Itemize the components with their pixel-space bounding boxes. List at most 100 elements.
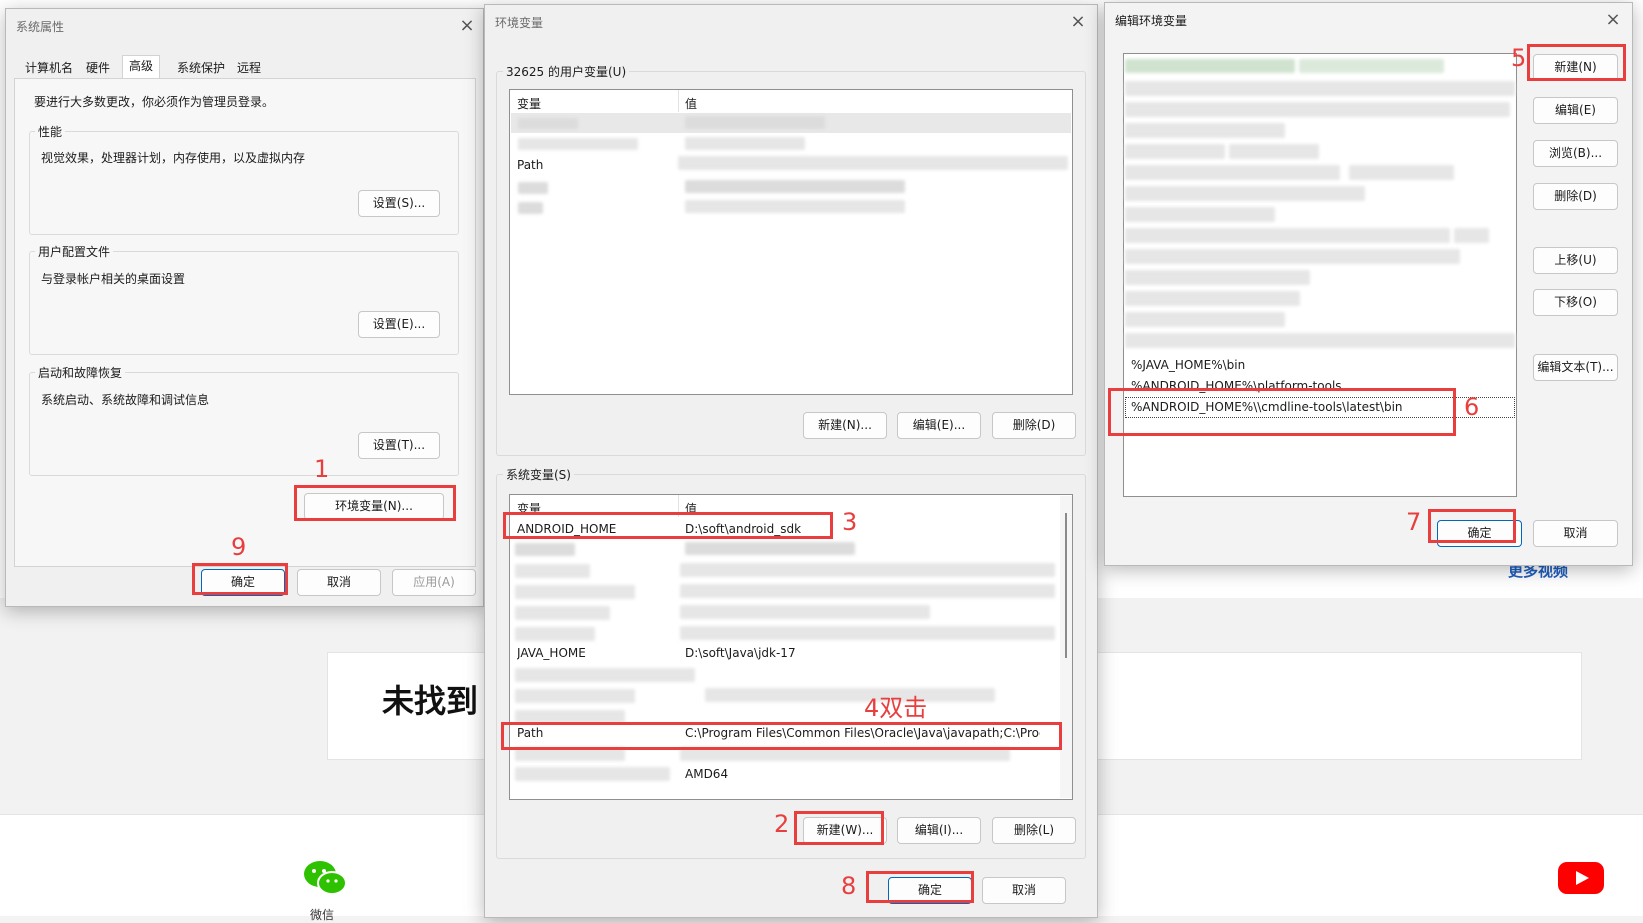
column-header-variable[interactable]: 变量 [517,95,541,112]
window-title: 编辑环境变量 [1115,14,1188,28]
list-item[interactable]: %JAVA_HOME%\bin [1131,358,1245,372]
step-6-label: 6 [1464,393,1480,421]
redacted-text [678,156,1068,170]
performance-desc: 视觉效果，处理器计划，内存使用，以及虚拟内存 [41,151,306,165]
redacted-text [685,116,825,129]
wechat-icon[interactable] [302,858,348,898]
user-profiles-group [29,251,459,355]
startup-settings-button[interactable]: 设置(T)... [358,432,440,459]
user-profiles-settings-button[interactable]: 设置(E)... [358,311,440,338]
list-item[interactable]: JAVA_HOME [517,646,586,660]
step-2-label: 2 [774,810,790,838]
redacted-text [685,542,855,555]
move-down-button[interactable]: 下移(O) [1533,289,1618,316]
tab-system-protection[interactable]: 系统保护 [171,58,231,78]
move-up-button[interactable]: 上移(U) [1533,247,1618,274]
redacted-text [518,118,578,129]
highlight-system-new-button [794,811,884,845]
system-variables-label: 系统变量(S) [503,466,574,483]
performance-group [29,131,459,235]
list-item[interactable]: Path [517,158,543,172]
tab-hardware[interactable]: 硬件 [80,58,116,78]
redacted-text [518,202,543,214]
step-8-label: 8 [841,872,857,900]
redacted-text [680,563,1055,577]
redacted-text [1125,228,1450,243]
list-item-value[interactable]: AMD64 [685,767,728,781]
window-title: 环境变量 [495,16,544,30]
redacted-text [1299,59,1444,73]
wechat-label: 微信 [310,908,335,922]
startup-recovery-desc: 系统启动、系统故障和调试信息 [41,393,210,407]
close-icon[interactable]: × [456,15,478,37]
step-4-label: 4双击 [864,694,928,722]
redacted-text [1125,144,1225,159]
redacted-text [515,564,590,578]
tab-remote[interactable]: 远程 [231,58,267,78]
cancel-button[interactable]: 取消 [1533,520,1618,547]
redacted-text [1125,186,1365,201]
column-header-value[interactable]: 值 [685,95,697,112]
highlight-edit-ok-button [1428,509,1516,543]
system-delete-button[interactable]: 删除(L) [992,817,1076,844]
edit-environment-variable-window: 编辑环境变量 × %JAVA_HOME%\bin %ANDROID_HOME%\… [1104,2,1633,566]
redacted-text [1125,59,1295,73]
step-1-label: 1 [314,455,330,483]
user-edit-button[interactable]: 编辑(E)... [897,412,981,439]
redacted-text [1125,333,1515,348]
highlight-env-variables-button [294,485,456,521]
cancel-button[interactable]: 取消 [982,877,1066,904]
redacted-text [1125,312,1285,327]
highlight-new-button [1527,44,1626,81]
environment-variables-window: 环境变量 × 32625 的用户变量(U) 变量 值 Path 新建(N)...… [484,4,1098,918]
user-variables-list[interactable]: 变量 值 Path [509,89,1073,395]
redacted-text [1125,249,1460,264]
scrollbar-thumb[interactable] [1065,513,1067,658]
apply-button[interactable]: 应用(A) [392,569,476,596]
redacted-text [680,605,930,619]
close-icon[interactable]: × [1602,9,1624,31]
redacted-text [705,688,995,702]
step-5-label: 5 [1511,44,1527,72]
highlight-env-ok-button [866,871,974,903]
highlight-path-row [501,722,1062,750]
redacted-text [1349,165,1454,180]
user-variables-label: 32625 的用户变量(U) [503,63,630,80]
admin-note: 要进行大多数更改，你必须作为管理员登录。 [34,95,275,109]
background-heading: 未找到 [382,682,479,720]
step-7-label: 7 [1406,508,1422,536]
step-3-label: 3 [842,508,858,536]
close-icon[interactable]: × [1067,11,1089,33]
cancel-button[interactable]: 取消 [297,569,381,596]
user-new-button[interactable]: 新建(N)... [803,412,887,439]
redacted-text [1125,165,1340,180]
system-edit-button[interactable]: 编辑(I)... [897,817,981,844]
redacted-text [1125,102,1510,117]
edit-text-button[interactable]: 编辑文本(T)... [1533,354,1618,381]
delete-button[interactable]: 删除(D) [1533,183,1618,210]
system-variables-list[interactable]: 变量 值 ANDROID_HOME D:\soft\android_sdk JA… [509,494,1073,800]
user-delete-button[interactable]: 删除(D) [992,412,1076,439]
redacted-text [1125,270,1310,285]
highlight-added-entries [1108,388,1456,436]
redacted-text [518,182,548,194]
browse-button[interactable]: 浏览(B)... [1533,140,1618,167]
performance-label: 性能 [35,123,66,140]
tab-computer-name[interactable]: 计算机名 [19,58,79,78]
redacted-text [680,626,1055,640]
column-divider [678,90,679,112]
highlight-android-home-row [503,512,833,539]
redacted-text [1229,144,1319,159]
redacted-text [515,767,670,781]
startup-recovery-group [29,372,459,476]
tab-advanced[interactable]: 高级 [122,55,161,80]
edit-button[interactable]: 编辑(E) [1533,97,1618,124]
redacted-text [518,138,638,150]
redacted-text [1125,207,1275,222]
list-item-value[interactable]: D:\soft\Java\jdk-17 [685,646,796,660]
redacted-text [1125,81,1515,96]
highlight-sysprops-ok-button [192,563,288,595]
youtube-icon[interactable] [1558,862,1604,894]
performance-settings-button[interactable]: 设置(S)... [358,190,440,217]
redacted-text [680,584,1055,598]
